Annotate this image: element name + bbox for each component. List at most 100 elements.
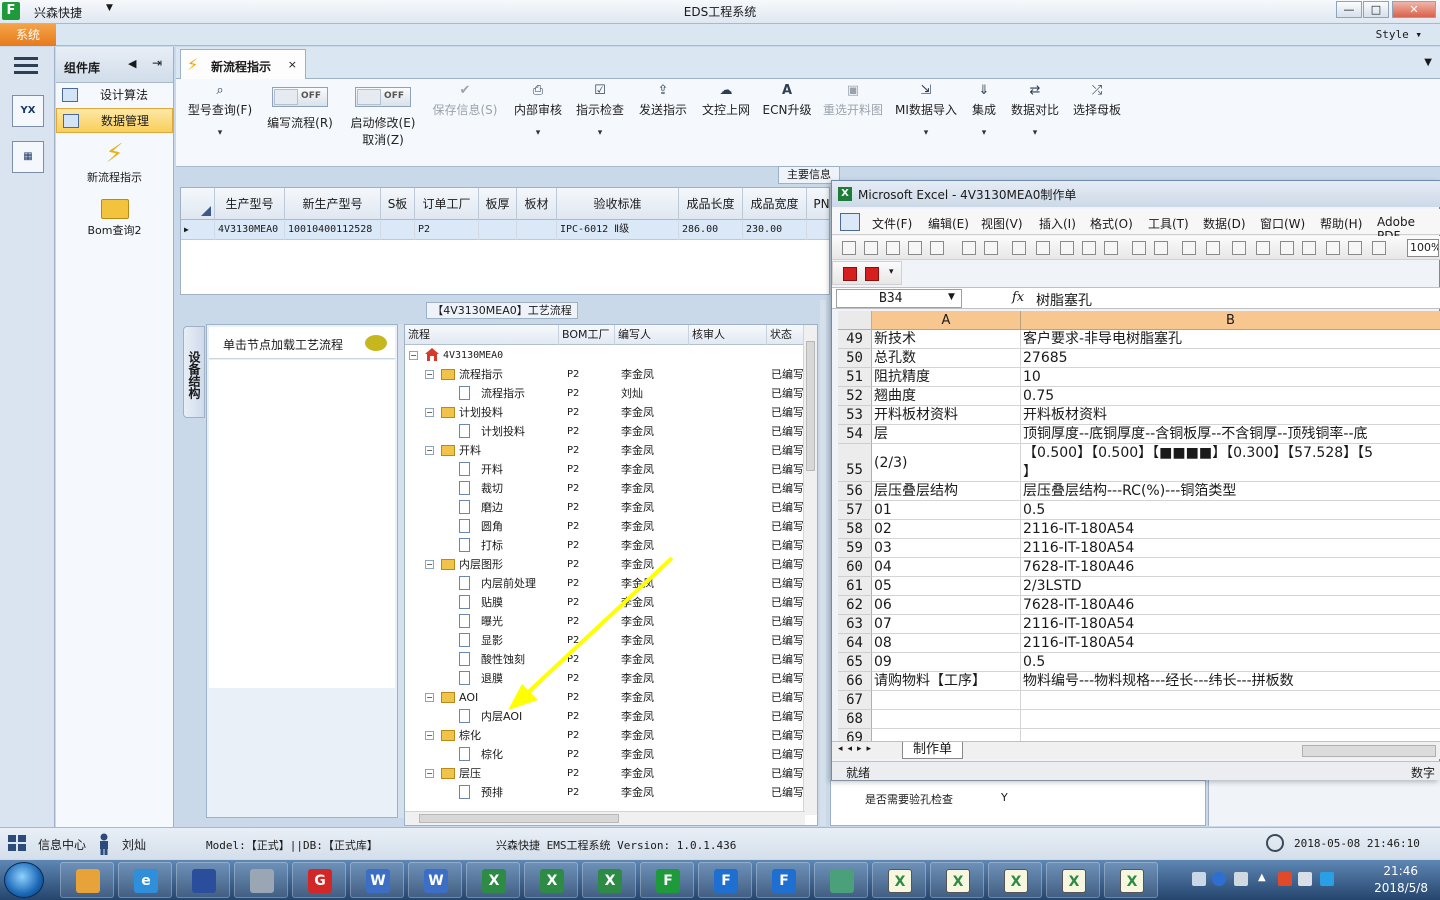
taskbar-app-excel-window[interactable]: X	[1046, 862, 1100, 898]
cell-a[interactable]: 阻抗精度	[872, 368, 1021, 387]
cell-a[interactable]: 层压叠层结构	[872, 482, 1021, 501]
taskbar-app-scanner[interactable]	[234, 862, 288, 898]
cell-b[interactable]: 10	[1021, 368, 1440, 387]
table-cell[interactable]	[517, 220, 557, 240]
row-number[interactable]: 59	[838, 539, 872, 558]
info-center-link[interactable]: 信息中心	[38, 836, 86, 853]
toggle-switch[interactable]: OFF	[272, 87, 328, 107]
taskbar-time[interactable]: 21:46	[1383, 864, 1418, 878]
ecn-upgrade-button[interactable]: A ECN升级	[760, 83, 814, 118]
select-motherboard-button[interactable]: ⤮ 选择母板	[1070, 83, 1124, 118]
pin-icon[interactable]: ⇥	[152, 56, 162, 70]
row-number[interactable]: 62	[838, 596, 872, 615]
cell-b[interactable]	[1021, 729, 1440, 741]
column-header[interactable]: PN	[807, 188, 829, 220]
sheet-tab[interactable]: 制作单	[902, 742, 964, 759]
excel-toolbar-button-icon[interactable]	[1348, 241, 1362, 255]
spreadsheet-row[interactable]: 58 02 2116-IT-180A54	[838, 520, 1440, 539]
tree-node[interactable]: 磨边 P2 李金凤 已编写	[405, 498, 805, 517]
menu-tools[interactable]: 工具(T)	[1148, 215, 1189, 232]
taskbar-app-eds-green[interactable]: F	[640, 862, 694, 898]
collapse-toggle-icon[interactable]: −	[425, 769, 434, 778]
cell-a[interactable]: 层	[872, 425, 1021, 444]
excel-toolbar-button-icon[interactable]	[1302, 241, 1316, 255]
excel-toolbar-button-icon[interactable]	[1256, 241, 1270, 255]
spreadsheet-row[interactable]: 51 阻抗精度 10	[838, 368, 1440, 387]
horizontal-scrollbar[interactable]	[405, 811, 805, 825]
component-item-data-management[interactable]: 数据管理	[56, 108, 173, 133]
tree-node[interactable]: − 层压 P2 李金凤 已编写	[405, 764, 805, 783]
cell-b[interactable]: 【0.500】【0.500】【■■■■】【0.300】【57.528】【5 】	[1021, 444, 1440, 482]
cell-b[interactable]: 客户要求-非导电树脂塞孔	[1021, 330, 1440, 349]
name-box[interactable]: B34	[836, 289, 962, 308]
table-cell[interactable]	[807, 220, 829, 240]
excel-toolbar-button-icon[interactable]	[886, 241, 900, 255]
cell-a[interactable]	[872, 691, 1021, 710]
table-cell[interactable]: P2	[415, 220, 479, 240]
cell-b[interactable]: 7628-IT-180A46	[1021, 596, 1440, 615]
spreadsheet-row[interactable]: 68	[838, 710, 1440, 729]
menu-data[interactable]: 数据(D)	[1203, 215, 1246, 232]
cell-a[interactable]: 02	[872, 520, 1021, 539]
spreadsheet-row[interactable]: 56 层压叠层结构 层压叠层结构---RC(%)---铜箔类型	[838, 482, 1440, 501]
mi-data-import-button[interactable]: ⇲ MI数据导入 ▾	[892, 83, 960, 138]
minimize-button[interactable]: —	[1336, 1, 1362, 18]
excel-toolbar-button-icon[interactable]	[1232, 241, 1246, 255]
taskbar-app-excel[interactable]: X	[582, 862, 636, 898]
style-menu[interactable]: Style ▾	[1376, 28, 1422, 41]
table-cell[interactable]	[381, 220, 415, 240]
row-number[interactable]: 69	[838, 729, 872, 741]
cell-b[interactable]: 0.75	[1021, 387, 1440, 406]
tree-node[interactable]: 裁切 P2 李金凤 已编写	[405, 479, 805, 498]
taskbar-app-eye-app[interactable]	[814, 862, 868, 898]
spreadsheet-row[interactable]: 55 (2/3) 【0.500】【0.500】【■■■■】【0.300】【57.52…	[838, 444, 1440, 482]
taskbar-app-excel-window[interactable]: X	[930, 862, 984, 898]
cell-b[interactable]	[1021, 691, 1440, 710]
factory-icon[interactable]: YX	[12, 95, 44, 127]
menu-format[interactable]: 格式(O)	[1090, 215, 1133, 232]
close-tab-icon[interactable]: ×	[288, 58, 297, 71]
cell-b[interactable]: 开料板材资料	[1021, 406, 1440, 425]
model-query-button[interactable]: ⌕ 型号查询(F) ▾	[184, 83, 256, 138]
collapse-toggle-icon[interactable]: −	[425, 370, 434, 379]
component-item-design-algorithm[interactable]: 设计算法	[56, 83, 173, 108]
menu-window[interactable]: 窗口(W)	[1260, 215, 1305, 232]
property-value[interactable]: Y	[1001, 791, 1008, 804]
column-header[interactable]: 订单工厂	[415, 188, 479, 220]
row-number[interactable]: 65	[838, 653, 872, 672]
cell-a[interactable]	[872, 729, 1021, 741]
table-cell[interactable]: 230.00	[743, 220, 807, 240]
internal-review-button[interactable]: ⎙ 内部审核 ▾	[510, 83, 566, 138]
excel-toolbar-button-icon[interactable]	[1132, 241, 1146, 255]
excel-toolbar-button-icon[interactable]	[1060, 241, 1074, 255]
table-cell[interactable]: 286.00	[679, 220, 743, 240]
maximize-button[interactable]: □	[1363, 1, 1389, 18]
taskbar-app-excel[interactable]: X	[524, 862, 578, 898]
row-number[interactable]: 68	[838, 710, 872, 729]
collapse-toggle-icon[interactable]: −	[425, 446, 434, 455]
spreadsheet-row[interactable]: 59 03 2116-IT-180A54	[838, 539, 1440, 558]
row-number[interactable]: 53	[838, 406, 872, 425]
doc-control-online-button[interactable]: ☁ 文控上网	[698, 83, 754, 118]
select-all-corner[interactable]	[838, 311, 872, 330]
column-header[interactable]: 状态	[767, 325, 807, 345]
row-number[interactable]: 50	[838, 349, 872, 368]
excel-toolbar-button-icon[interactable]	[842, 241, 856, 255]
start-button[interactable]	[4, 862, 44, 898]
node-list[interactable]	[209, 360, 395, 688]
menu-icon[interactable]	[14, 57, 38, 75]
taskbar-app-files[interactable]	[60, 862, 114, 898]
column-header[interactable]: 新生产型号	[285, 188, 381, 220]
taskbar-app-eds-blue[interactable]: F	[756, 862, 810, 898]
cell-a[interactable]: 09	[872, 653, 1021, 672]
column-header[interactable]: 流程	[405, 325, 559, 345]
tree-node[interactable]: 开料 P2 李金凤 已编写	[405, 460, 805, 479]
cell-a[interactable]: 06	[872, 596, 1021, 615]
column-header[interactable]: S板	[381, 188, 415, 220]
table-cell[interactable]: 4V3130MEA0	[215, 220, 285, 240]
row-number[interactable]: 66	[838, 672, 872, 691]
cell-b[interactable]: 物料编号---物料规格---经长---纬长---拼板数	[1021, 672, 1440, 691]
reselect-cutting-image-button[interactable]: ▣ 重选开料图	[820, 83, 886, 118]
excel-toolbar-button-icon[interactable]	[1326, 241, 1340, 255]
row-number[interactable]: 54	[838, 425, 872, 444]
